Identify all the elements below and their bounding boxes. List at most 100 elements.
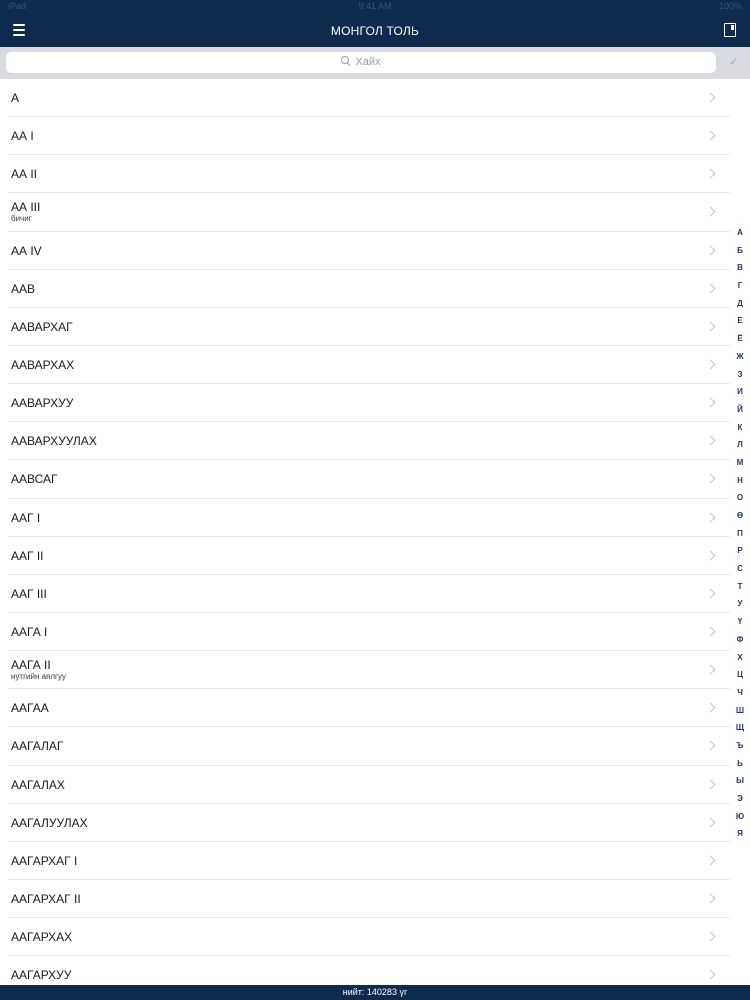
status-battery: 100% (718, 1, 742, 11)
word-title: ААВ (11, 281, 36, 296)
chevron-right-icon (705, 473, 716, 484)
bookmark-icon[interactable] (724, 23, 736, 37)
index-letter[interactable]: О (730, 489, 750, 507)
list-item[interactable]: ААВАРХАХ (0, 346, 730, 385)
chevron-right-icon (705, 855, 716, 866)
chevron-right-icon (705, 626, 716, 637)
list-item[interactable]: ААГ III (0, 575, 730, 614)
index-letter[interactable]: Ы (730, 772, 750, 790)
index-letter[interactable]: Й (730, 401, 750, 419)
chevron-right-icon (705, 130, 716, 141)
list-item[interactable]: А (0, 79, 730, 118)
chevron-right-icon (705, 512, 716, 522)
index-letter[interactable]: Б (730, 242, 750, 260)
list-item[interactable]: ААГАЛУУЛАХ (0, 804, 730, 842)
index-letter[interactable]: А (730, 224, 750, 242)
index-letter[interactable]: Л (730, 436, 750, 454)
index-letter[interactable]: Ю (730, 808, 750, 826)
list-item[interactable]: ААВСАГ (0, 460, 730, 499)
alphabet-index[interactable]: АБВГДЕЁЖЗИЙКЛМНОӨПРСТУҮФХЦЧШЩЪЬЫЭЮЯ (730, 224, 750, 844)
index-letter[interactable]: М (730, 454, 750, 472)
index-letter[interactable]: Х (730, 649, 750, 667)
word-title: А (11, 91, 20, 105)
index-letter[interactable]: Ч (730, 684, 750, 702)
index-letter[interactable]: К (730, 419, 750, 437)
index-letter[interactable]: Ш (730, 702, 750, 720)
chevron-right-icon (705, 702, 716, 713)
list-item[interactable]: ААГАА (0, 689, 730, 728)
index-letter[interactable]: Ө (730, 507, 750, 525)
index-letter[interactable]: У (730, 595, 750, 613)
word-title: ААГАЛУУЛАХ (11, 815, 88, 830)
chevron-right-icon (705, 588, 716, 599)
index-letter[interactable]: Ф (730, 631, 750, 649)
list-item[interactable]: ААГ II (0, 537, 730, 575)
word-title: ААВАРХАХ (11, 357, 75, 372)
search-input[interactable]: Хайх (6, 52, 716, 73)
list-item[interactable]: ААГА II нутгийн аялгуу (0, 651, 730, 690)
list-item[interactable]: ААВАРХАГ (0, 308, 730, 347)
index-letter[interactable]: Э (730, 790, 750, 808)
list-item[interactable]: АА IV (0, 232, 730, 270)
index-letter[interactable]: Ё (730, 330, 750, 348)
word-title: АА III (11, 200, 41, 215)
chevron-right-icon (705, 283, 716, 294)
index-letter[interactable]: Ц (730, 666, 750, 684)
index-letter[interactable]: С (730, 560, 750, 578)
search-icon (341, 56, 351, 66)
index-letter[interactable]: Р (730, 542, 750, 560)
word-title: ААГ III (11, 586, 47, 601)
word-title: АА I (11, 129, 34, 144)
index-letter[interactable]: В (730, 259, 750, 277)
list-item[interactable]: ААГА I (0, 613, 730, 652)
list-item[interactable]: ААГАРХАХ (0, 918, 730, 957)
list-item[interactable]: АА III бичиг (0, 193, 730, 232)
word-title: ААГАРХАГ I (11, 853, 78, 868)
list-item[interactable]: ААГАЛАГ (0, 727, 730, 766)
word-title: ААГ II (11, 548, 44, 563)
chevron-right-icon (705, 931, 716, 942)
chevron-right-icon (705, 206, 716, 217)
list-item[interactable]: АА II (0, 155, 730, 194)
index-letter[interactable]: И (730, 383, 750, 401)
word-title: ААВСАГ (11, 472, 58, 487)
search-bar: Хайх ✓ (0, 47, 750, 79)
index-letter[interactable]: Ь (730, 755, 750, 773)
index-letter[interactable]: Д (730, 295, 750, 313)
index-letter[interactable]: З (730, 366, 750, 384)
index-letter[interactable]: Г (730, 277, 750, 295)
index-letter[interactable]: Т (730, 578, 750, 596)
chevron-right-icon (705, 740, 716, 751)
list-item[interactable]: ААГАРХУУ (0, 956, 730, 985)
list-item[interactable]: ААВАРХУУ (0, 384, 730, 423)
index-letter[interactable]: Е (730, 312, 750, 330)
chevron-right-icon (705, 435, 716, 446)
list-item[interactable]: ААГАЛАХ (0, 766, 730, 804)
word-title: ААВАРХУУ (11, 396, 74, 411)
status-bar: iPad 9:41 AM 100% (0, 0, 750, 12)
word-title: ААГАЛАГ (11, 739, 64, 754)
index-letter[interactable]: Щ (730, 719, 750, 737)
list-item[interactable]: ААГАРХАГ I (0, 842, 730, 881)
list-item[interactable]: АА I (0, 117, 730, 156)
index-letter[interactable]: Я (730, 825, 750, 843)
chevron-right-icon (705, 664, 716, 675)
index-letter[interactable]: Н (730, 472, 750, 490)
word-title: ААГ I (11, 510, 41, 525)
word-list[interactable]: А АА I АА II АА III бичиг АА IV ААВ ААВАРХАГ ААВ… (0, 79, 730, 985)
list-item[interactable]: ААГАРХАГ II (0, 880, 730, 919)
chevron-right-icon (705, 779, 716, 789)
index-letter[interactable]: П (730, 525, 750, 543)
index-letter[interactable]: Ж (730, 348, 750, 366)
word-title: ААВАРХУУЛАХ (11, 434, 97, 449)
word-title: АА IV (11, 243, 42, 258)
index-letter[interactable]: Ү (730, 613, 750, 631)
search-placeholder-wrap: Хайх (6, 52, 716, 73)
list-item[interactable]: ААВАРХУУЛАХ (0, 422, 730, 461)
list-item[interactable]: ААВ (0, 270, 730, 308)
chevron-right-icon (705, 359, 716, 370)
search-confirm-button[interactable]: ✓ (724, 52, 744, 73)
list-item[interactable]: ААГ I (0, 499, 730, 537)
search-placeholder: Хайх (355, 56, 381, 68)
index-letter[interactable]: Ъ (730, 737, 750, 755)
